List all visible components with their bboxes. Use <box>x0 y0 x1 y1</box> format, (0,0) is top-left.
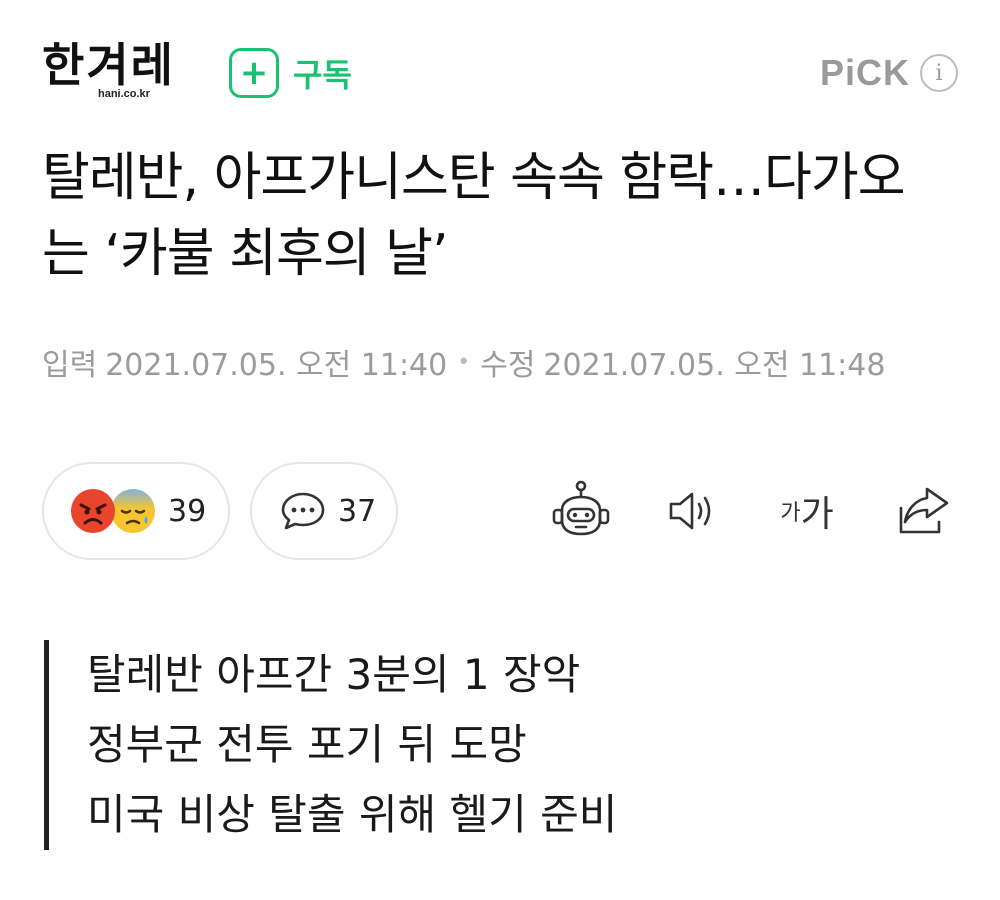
meta-separator: • <box>457 349 471 375</box>
pick-label: PiCK <box>819 52 910 93</box>
sad-sweat-face-icon <box>111 489 155 533</box>
angry-face-icon <box>71 489 115 533</box>
share-button[interactable] <box>894 480 954 542</box>
robot-icon <box>552 480 610 536</box>
article-header: 한겨레 hani.co.kr + 구독 PiCK i <box>0 0 1000 130</box>
font-size-small: 가 <box>780 501 801 526</box>
info-icon[interactable]: i <box>920 54 958 92</box>
article-dates: 입력 2021.07.05. 오전 11:40 • 수정 2021.07.05.… <box>42 340 885 384</box>
modified-date: 2021.07.05. 오전 11:48 <box>543 348 886 383</box>
reaction-emojis <box>70 484 162 538</box>
subscribe-label: 구독 <box>293 56 352 94</box>
summary-line: 미국 비상 탈출 위해 헬기 준비 <box>87 790 618 839</box>
share-icon <box>899 487 949 534</box>
audio-button[interactable] <box>664 480 724 542</box>
speaker-icon <box>669 492 711 530</box>
summary-line: 탈레반 아프간 3분의 1 장악 <box>87 650 581 699</box>
comment-button[interactable]: 37 <box>250 462 398 560</box>
summary-bot-button[interactable] <box>548 480 614 542</box>
reaction-count: 39 <box>168 493 207 529</box>
speech-bubble-icon <box>281 492 325 530</box>
plus-icon: + <box>229 48 279 98</box>
summary-line: 정부군 전투 포기 뒤 도망 <box>87 720 527 769</box>
reaction-button[interactable]: 39 <box>42 462 230 560</box>
article-actions: 39 37 가 가 <box>42 462 958 560</box>
font-size-button[interactable]: 가 가 <box>772 480 842 542</box>
input-label: 입력 <box>42 348 98 383</box>
input-date: 2021.07.05. 오전 11:40 <box>105 348 448 383</box>
font-size-big: 가 <box>800 494 834 535</box>
hankyoreh-logo[interactable]: 한겨레 hani.co.kr <box>42 42 202 104</box>
article-title: 탈레반, 아프가니스탄 속속 함락…다가오는 ‘카불 최후의 날’ <box>42 148 906 284</box>
article-summary: 탈레반 아프간 3분의 1 장악 정부군 전투 포기 뒤 도망 미국 비상 탈출… <box>44 640 744 850</box>
modified-label: 수정 <box>480 348 536 383</box>
logo-text: 한겨레 <box>42 38 175 92</box>
logo-subtext: hani.co.kr <box>98 88 150 100</box>
pick-badge: PiCK i <box>820 52 958 94</box>
subscribe-button[interactable]: + 구독 <box>229 48 352 98</box>
comment-count: 37 <box>338 493 377 529</box>
